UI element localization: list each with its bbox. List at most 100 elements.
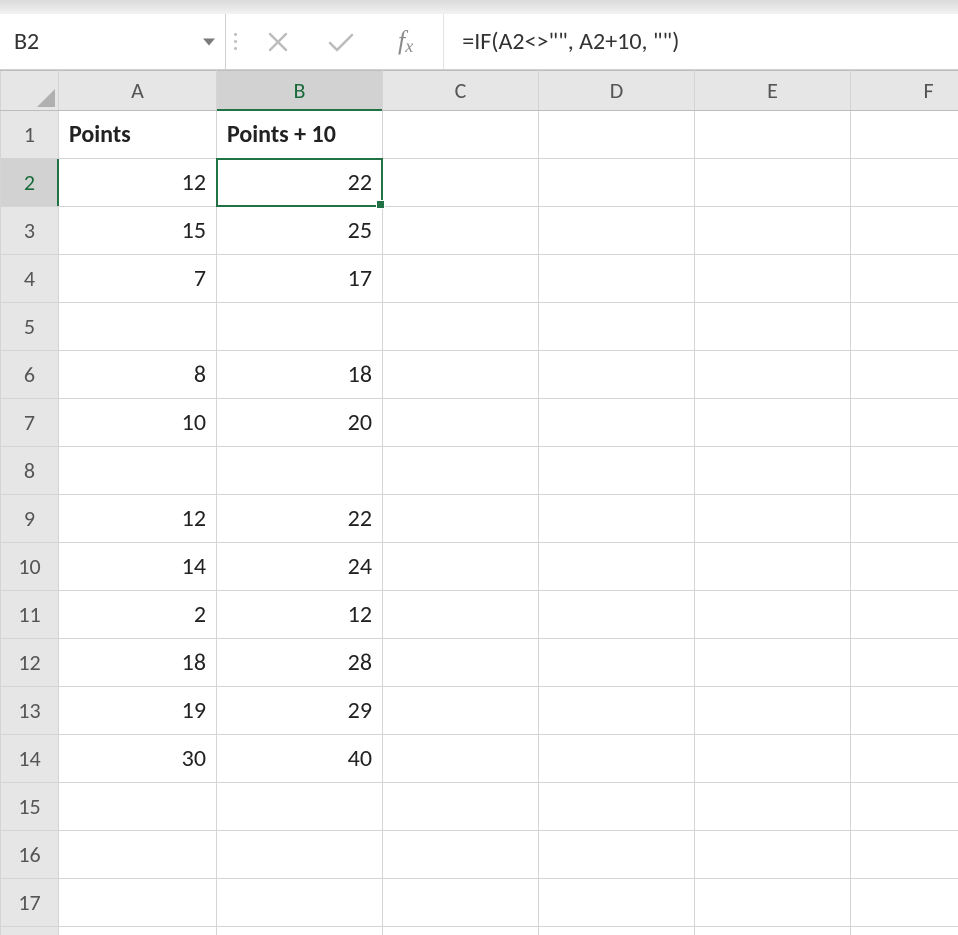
cell-D2[interactable] <box>539 159 695 207</box>
cell-C5[interactable] <box>383 303 539 351</box>
cell-F13[interactable] <box>851 687 958 735</box>
cell-C13[interactable] <box>383 687 539 735</box>
row-header-14[interactable]: 14 <box>1 735 59 783</box>
cell-F14[interactable] <box>851 735 958 783</box>
cell-F12[interactable] <box>851 639 958 687</box>
cell-C9[interactable] <box>383 495 539 543</box>
cell-B11[interactable]: 12 <box>217 591 383 639</box>
cell-A5[interactable] <box>59 303 217 351</box>
cell-C10[interactable] <box>383 543 539 591</box>
name-box[interactable]: B2 <box>0 14 226 69</box>
row-header-7[interactable]: 7 <box>1 399 59 447</box>
cell-B8[interactable] <box>217 447 383 495</box>
column-header-E[interactable]: E <box>695 71 851 111</box>
cell-C7[interactable] <box>383 399 539 447</box>
cell-C3[interactable] <box>383 207 539 255</box>
cell-C17[interactable] <box>383 879 539 927</box>
cell-B18[interactable] <box>217 927 383 935</box>
cell-D8[interactable] <box>539 447 695 495</box>
cell-F1[interactable] <box>851 111 958 159</box>
row-header-12[interactable]: 12 <box>1 639 59 687</box>
cell-D18[interactable] <box>539 927 695 935</box>
row-header-8[interactable]: 8 <box>1 447 59 495</box>
cell-B12[interactable]: 28 <box>217 639 383 687</box>
cell-C14[interactable] <box>383 735 539 783</box>
cell-E11[interactable] <box>695 591 851 639</box>
cell-A3[interactable]: 15 <box>59 207 217 255</box>
cell-D4[interactable] <box>539 255 695 303</box>
row-header-10[interactable]: 10 <box>1 543 59 591</box>
cell-F7[interactable] <box>851 399 958 447</box>
cell-B6[interactable]: 18 <box>217 351 383 399</box>
cell-B2[interactable]: 22 <box>217 159 383 207</box>
cell-C12[interactable] <box>383 639 539 687</box>
cell-A18[interactable] <box>59 927 217 935</box>
row-header-16[interactable]: 16 <box>1 831 59 879</box>
cell-A11[interactable]: 2 <box>59 591 217 639</box>
cell-B13[interactable]: 29 <box>217 687 383 735</box>
cell-D5[interactable] <box>539 303 695 351</box>
cell-C16[interactable] <box>383 831 539 879</box>
cell-A10[interactable]: 14 <box>59 543 217 591</box>
cell-D7[interactable] <box>539 399 695 447</box>
row-header-11[interactable]: 11 <box>1 591 59 639</box>
cell-B15[interactable] <box>217 783 383 831</box>
row-header-6[interactable]: 6 <box>1 351 59 399</box>
cell-F3[interactable] <box>851 207 958 255</box>
cell-F4[interactable] <box>851 255 958 303</box>
cell-D11[interactable] <box>539 591 695 639</box>
cell-D3[interactable] <box>539 207 695 255</box>
cell-E5[interactable] <box>695 303 851 351</box>
name-box-dropdown-icon[interactable] <box>203 38 215 45</box>
cell-B16[interactable] <box>217 831 383 879</box>
cell-F16[interactable] <box>851 831 958 879</box>
cell-D13[interactable] <box>539 687 695 735</box>
cell-E4[interactable] <box>695 255 851 303</box>
column-header-D[interactable]: D <box>539 71 695 111</box>
cell-C6[interactable] <box>383 351 539 399</box>
formula-input[interactable]: =IF(A2<>"", A2+10, "") <box>444 14 958 69</box>
cell-D9[interactable] <box>539 495 695 543</box>
cell-C11[interactable] <box>383 591 539 639</box>
cell-D15[interactable] <box>539 783 695 831</box>
cell-F2[interactable] <box>851 159 958 207</box>
column-header-A[interactable]: A <box>59 71 217 111</box>
cell-E9[interactable] <box>695 495 851 543</box>
cell-D12[interactable] <box>539 639 695 687</box>
cell-A16[interactable] <box>59 831 217 879</box>
cell-B1[interactable]: Points + 10 <box>217 111 383 159</box>
cell-F5[interactable] <box>851 303 958 351</box>
cell-E6[interactable] <box>695 351 851 399</box>
row-header-9[interactable]: 9 <box>1 495 59 543</box>
cell-A12[interactable]: 18 <box>59 639 217 687</box>
cell-E18[interactable] <box>695 927 851 935</box>
cell-E17[interactable] <box>695 879 851 927</box>
cell-C2[interactable] <box>383 159 539 207</box>
cell-E8[interactable] <box>695 447 851 495</box>
name-box-resize-handle[interactable] <box>226 14 244 69</box>
cell-F6[interactable] <box>851 351 958 399</box>
cell-D1[interactable] <box>539 111 695 159</box>
row-header-1[interactable]: 1 <box>1 111 59 159</box>
cell-A17[interactable] <box>59 879 217 927</box>
cell-F8[interactable] <box>851 447 958 495</box>
spreadsheet-grid[interactable]: ABCDEF 1PointsPoints + 10212223152547175… <box>0 70 958 935</box>
cell-F11[interactable] <box>851 591 958 639</box>
cell-F9[interactable] <box>851 495 958 543</box>
cell-E12[interactable] <box>695 639 851 687</box>
column-header-F[interactable]: F <box>851 71 958 111</box>
cell-B3[interactable]: 25 <box>217 207 383 255</box>
cell-E10[interactable] <box>695 543 851 591</box>
cell-C15[interactable] <box>383 783 539 831</box>
cell-B10[interactable]: 24 <box>217 543 383 591</box>
cell-D6[interactable] <box>539 351 695 399</box>
cell-B7[interactable]: 20 <box>217 399 383 447</box>
cell-D17[interactable] <box>539 879 695 927</box>
cell-E13[interactable] <box>695 687 851 735</box>
cell-E15[interactable] <box>695 783 851 831</box>
column-header-C[interactable]: C <box>383 71 539 111</box>
row-header-3[interactable]: 3 <box>1 207 59 255</box>
cell-C1[interactable] <box>383 111 539 159</box>
cell-E16[interactable] <box>695 831 851 879</box>
row-header-17[interactable]: 17 <box>1 879 59 927</box>
